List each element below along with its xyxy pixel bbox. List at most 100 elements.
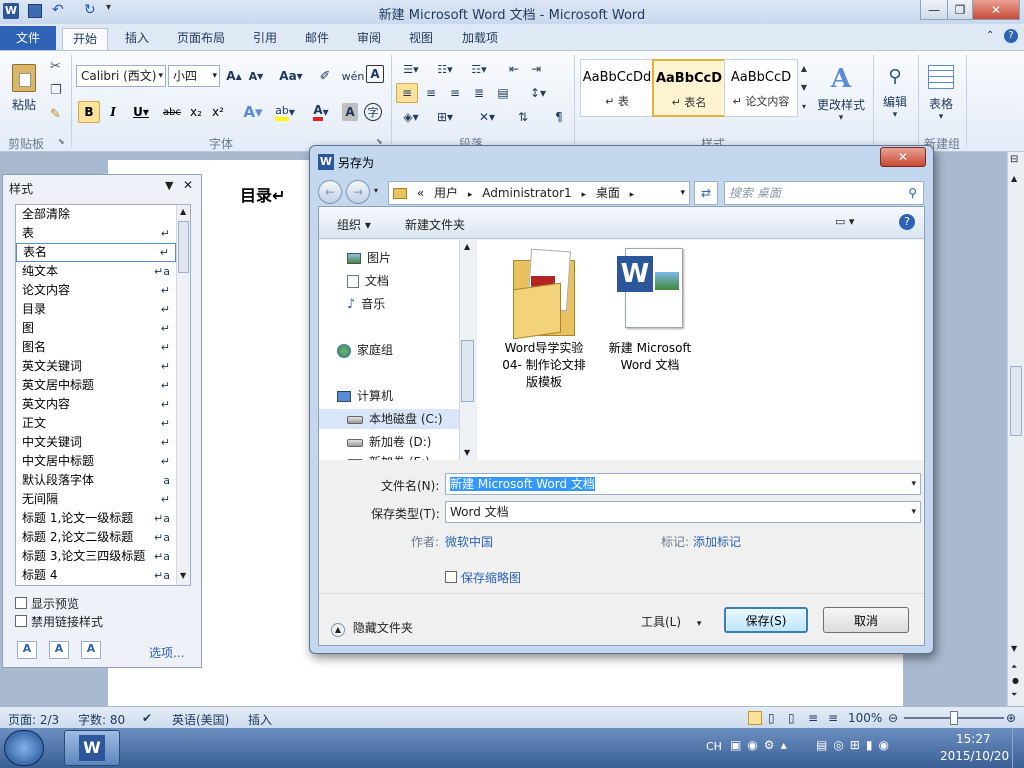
dialog-close-button[interactable]: ✕ (880, 147, 926, 167)
phonetic-guide-icon[interactable]: wén (342, 65, 365, 87)
tab-insert[interactable]: 插入 (115, 28, 159, 50)
clipboard-launcher-icon[interactable]: ⬊ (58, 137, 65, 146)
subscript-button[interactable]: x₂ (186, 101, 206, 123)
web-layout-icon[interactable]: ▯ (788, 711, 795, 725)
style-inspector-icon[interactable]: A (49, 641, 69, 659)
bullets-icon[interactable]: ☰▾ (396, 59, 426, 79)
back-button[interactable]: ← (318, 180, 342, 204)
line-spacing-icon[interactable]: ↕▾ (524, 83, 552, 103)
numbering-icon[interactable]: ☷▾ (430, 59, 460, 79)
forward-button[interactable]: → (346, 180, 370, 204)
print-layout-icon[interactable] (748, 711, 762, 725)
disable-linked-checkbox[interactable] (15, 615, 27, 627)
breadcrumb-overflow[interactable]: « (417, 186, 424, 200)
copy-icon[interactable]: ❐ (50, 83, 62, 98)
page-count[interactable]: 页面: 2/3 (8, 711, 59, 728)
tab-mailings[interactable]: 邮件 (296, 28, 338, 50)
nav-item[interactable]: 新加卷 (D:) (347, 432, 431, 452)
clock-date[interactable]: 2015/10/20 (940, 749, 1009, 763)
minimize-button[interactable]: — (920, 0, 948, 20)
taskbar-word-button[interactable]: W (64, 730, 120, 766)
proofing-icon[interactable]: ✔ (142, 711, 152, 725)
style-list-item[interactable]: 默认段落字体 a (16, 471, 176, 490)
scroll-thumb[interactable] (178, 221, 189, 273)
style-list-item[interactable]: 全部清除 (16, 205, 176, 224)
refresh-icon[interactable]: ⇄ (694, 181, 718, 205)
hide-folders-button[interactable]: ▲ 隐藏文件夹 (331, 619, 413, 637)
scroll-up-icon[interactable]: ▲ (464, 242, 470, 251)
close-button[interactable]: ✕ (972, 0, 1020, 20)
style-list-item[interactable]: 纯文本 ↵a (16, 262, 176, 281)
styles-list-scrollbar[interactable]: ▲ ▼ (176, 205, 190, 585)
char-shading-icon[interactable]: A (342, 103, 358, 121)
nav-scrollbar[interactable]: ▲ ▼ (459, 240, 475, 460)
increase-indent-icon[interactable]: ⇥ (526, 59, 546, 79)
draft-icon[interactable]: ≡ (828, 711, 838, 725)
strikethrough-button[interactable]: abc (160, 101, 184, 123)
scroll-up-icon[interactable]: ▲ (1011, 174, 1017, 183)
shading-icon[interactable]: ◈▾ (396, 107, 426, 127)
font-color-icon[interactable]: A ▾ (306, 101, 336, 123)
cancel-button[interactable]: 取消 (823, 607, 909, 633)
style-list-item[interactable]: 英文居中标题 ↵ (16, 376, 176, 395)
nav-item[interactable]: 本地磁盘 (C:) (319, 409, 459, 429)
breadcrumb-desktop[interactable]: 桌面 (596, 186, 620, 200)
change-styles-button[interactable]: A 更改样式 ▾ (814, 57, 868, 129)
style-gallery-item-selected[interactable]: AaBbCcD ↵ 表名 (652, 59, 726, 117)
multilevel-list-icon[interactable]: ☶▾ (464, 59, 494, 79)
show-preview-checkbox[interactable] (15, 597, 27, 609)
browse-object-icon[interactable]: ● (1012, 676, 1019, 685)
text-effects-icon[interactable]: A▾ (238, 101, 268, 123)
font-name-select[interactable]: Calibri (西文) ▾ (76, 65, 166, 87)
style-list-item[interactable]: 图名 ↵ (16, 338, 176, 357)
new-style-icon[interactable]: A (17, 641, 37, 659)
language-status[interactable]: 英语(美国) (172, 711, 229, 728)
sort-icon[interactable]: ⇅ (512, 107, 534, 127)
style-list-item[interactable]: 中文关键词 ↵ (16, 433, 176, 452)
view-options-icon[interactable]: ▭ ▾ (835, 215, 854, 228)
tab-home[interactable]: 开始 (62, 28, 108, 50)
breadcrumb-admin[interactable]: Administrator1 (482, 186, 571, 200)
style-gallery-item[interactable]: AaBbCcD ↵ 论文内容 (724, 59, 798, 117)
tools-button[interactable]: 工具(L) ▾ (641, 613, 701, 630)
nav-item[interactable]: ♪ 音乐 (347, 294, 385, 314)
style-list-item[interactable]: 表 ↵ (16, 224, 176, 243)
style-list-item[interactable]: 正文 ↵ (16, 414, 176, 433)
style-list-item[interactable]: 英文关键词 ↵ (16, 357, 176, 376)
full-screen-icon[interactable]: ▯ (768, 711, 775, 725)
table-button[interactable]: 表格 ▾ (922, 57, 960, 129)
insert-mode-status[interactable]: 插入 (248, 711, 272, 728)
ribbon-minimize-icon[interactable]: ⌃ (986, 30, 994, 41)
breadcrumb-users[interactable]: 用户 (434, 186, 458, 200)
italic-button[interactable]: I (102, 101, 124, 123)
folder-item[interactable]: Word导学实验04- 制作论文排版模板 (497, 246, 591, 389)
tray-app-icons[interactable]: ▤◎⊞▮◉ (816, 738, 895, 752)
chevron-down-icon[interactable]: ▾ (680, 182, 685, 204)
new-folder-button[interactable]: 新建文件夹 (405, 216, 465, 233)
format-painter-icon[interactable]: ✎ (50, 107, 61, 122)
borders-icon[interactable]: ⊞▾ (430, 107, 460, 127)
font-size-select[interactable]: 小四 ▾ (168, 65, 220, 87)
zoom-slider[interactable] (904, 711, 1004, 725)
scroll-up-icon[interactable]: ▲ (180, 207, 186, 216)
style-gallery-item[interactable]: AaBbCcDd ↵ 表 (580, 59, 654, 117)
zoom-slider-thumb[interactable] (950, 711, 958, 725)
chevron-down-icon[interactable]: ▾ (911, 474, 916, 494)
address-bar[interactable]: « 用户 ▸ Administrator1 ▸ 桌面 ▸ ▾ (388, 181, 690, 205)
superscript-button[interactable]: x² (208, 101, 228, 123)
justify-button[interactable]: ≣ (468, 83, 490, 103)
zoom-level[interactable]: 100% (848, 711, 882, 725)
show-marks-icon[interactable]: ¶ (548, 107, 570, 127)
restore-button[interactable]: ❐ (947, 0, 973, 20)
tray-icons[interactable]: ▣◉⚙▴ (730, 738, 793, 752)
filetype-select[interactable]: Word 文档 ▾ (445, 501, 921, 523)
start-button-icon[interactable] (4, 730, 44, 766)
distributed-button[interactable]: ▤ (492, 83, 514, 103)
style-list-item[interactable]: 标题 1,论文一级标题 ↵a (16, 509, 176, 528)
outline-icon[interactable]: ≡ (808, 711, 818, 725)
history-dropdown-icon[interactable]: ▾ (374, 186, 378, 195)
align-left-button[interactable]: ≡ (396, 83, 418, 103)
document-vertical-scrollbar[interactable]: ⊟ ▲ ▼ ⏶ ● ⏷ (1007, 152, 1024, 706)
manage-styles-icon[interactable]: A (81, 641, 101, 659)
nav-item[interactable]: 图片 (347, 248, 391, 268)
